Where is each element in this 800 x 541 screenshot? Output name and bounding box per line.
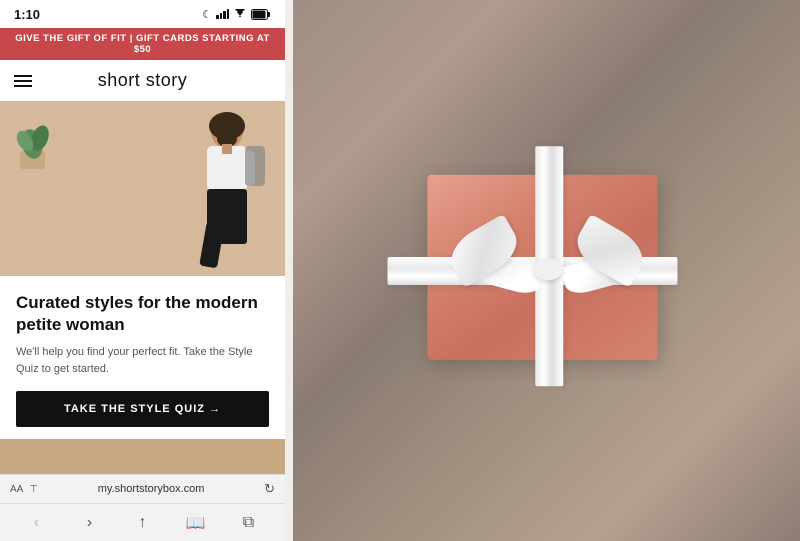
refresh-icon[interactable]: ↻ — [264, 481, 275, 497]
gift-box-photo — [293, 0, 800, 541]
hero-woman-figure — [155, 111, 265, 276]
signal-bars-icon — [216, 9, 229, 19]
phone-mockup: 1:10 ☾ GIVE THE GIFT OF FIT | GIFT CARDS… — [0, 0, 285, 541]
hero-image — [0, 101, 285, 276]
nav-bar: short story — [0, 60, 285, 101]
status-time: 1:10 — [14, 7, 40, 22]
status-bar: 1:10 ☾ — [0, 0, 285, 28]
forward-button[interactable]: › — [75, 508, 105, 538]
wifi-icon — [233, 9, 247, 19]
style-quiz-button[interactable]: TAKE THE STYLE QUIZ → — [16, 391, 269, 427]
bottom-toolbar: ‹ › ↑ 📖 ⧉ — [0, 503, 285, 541]
tabs-button[interactable]: ⧉ — [234, 508, 264, 538]
browser-bar: AA ⊤ my.shortstorybox.com ↻ — [0, 474, 285, 503]
content-card: Curated styles for the modern petite wom… — [0, 276, 285, 439]
bookmarks-button[interactable]: 📖 — [181, 508, 211, 538]
battery-icon — [251, 9, 271, 20]
promo-banner[interactable]: GIVE THE GIFT OF FIT | GIFT CARDS STARTI… — [0, 28, 285, 60]
moon-icon: ☾ — [202, 8, 212, 21]
share-button[interactable]: ↑ — [128, 508, 158, 538]
browser-aa-label: AA — [10, 484, 23, 495]
hamburger-menu-icon[interactable] — [14, 75, 32, 87]
status-icons: ☾ — [202, 8, 271, 21]
card-subtext: We'll help you find your perfect fit. Ta… — [16, 344, 269, 377]
site-title: short story — [98, 70, 188, 91]
card-heading: Curated styles for the modern petite wom… — [16, 292, 269, 336]
back-button[interactable]: ‹ — [22, 508, 52, 538]
browser-url[interactable]: my.shortstorybox.com — [44, 483, 258, 495]
translate-icon: ⊤ — [29, 484, 38, 495]
hero-plant-icon — [10, 116, 55, 171]
bow-center-knot — [532, 258, 562, 280]
